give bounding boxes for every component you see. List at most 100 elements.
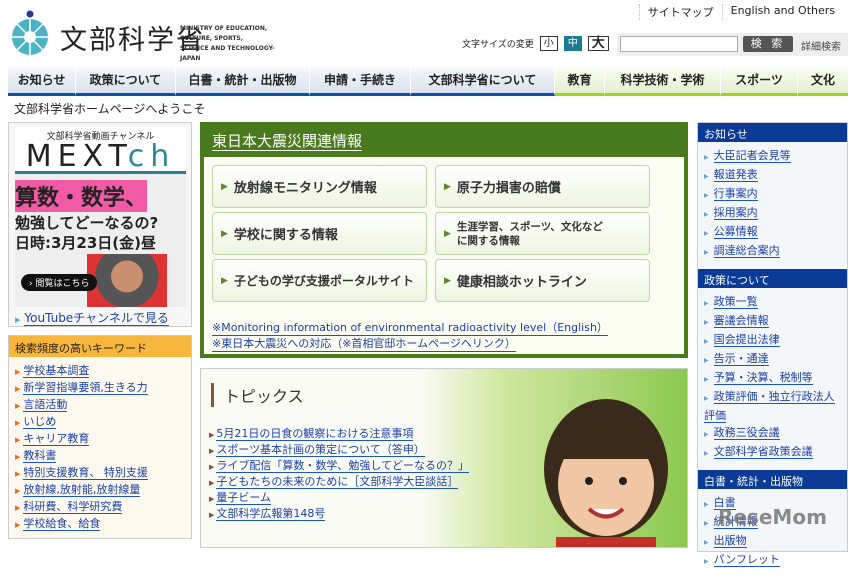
right-link[interactable]: 行事案内 <box>713 187 758 201</box>
right-link[interactable]: 政務三役会議 <box>713 426 780 440</box>
right-link[interactable]: 政策評価・独立行政法人評価 <box>704 390 835 423</box>
nav-science[interactable]: 科学技術・学術 <box>605 67 721 96</box>
font-size-medium[interactable]: 中 <box>563 36 582 51</box>
topic-link[interactable]: 量子ビーム <box>216 491 272 505</box>
welcome-text: 文部科学省ホームページへようこそ <box>14 102 206 116</box>
quake-button-lifelong[interactable]: ▶ 生涯学習、スポーツ、文化などに関する情報 <box>435 212 650 255</box>
right-link[interactable]: 審議会情報 <box>713 314 769 328</box>
right-list-item: ▶ 政策一覧 <box>704 293 841 312</box>
keyword-link[interactable]: 放射線,放射能,放射線量 <box>23 483 141 497</box>
youtube-link[interactable]: YouTubeチャンネルで見る <box>24 311 169 326</box>
keyword-link[interactable]: 教科書 <box>23 449 57 463</box>
advanced-search-link[interactable]: 詳細検索 <box>801 38 841 53</box>
nav-about[interactable]: 文部科学省について <box>411 67 555 96</box>
right-link[interactable]: 予算・決算、税制等 <box>713 371 813 385</box>
top-links: サイトマップ English and Others <box>638 4 843 20</box>
nav-news[interactable]: お知らせ <box>8 67 76 96</box>
sitemap-link[interactable]: サイトマップ <box>638 4 722 20</box>
nav-policy[interactable]: 政策について <box>76 67 176 96</box>
right-link[interactable]: 公募情報 <box>713 225 758 239</box>
right-section-title: お知らせ <box>698 123 847 142</box>
quake-button-hotline[interactable]: ▶ 健康相談ホットライン <box>435 259 650 302</box>
right-link[interactable]: 国会提出法律 <box>713 333 780 347</box>
keyword-item: ▶ キャリア教育 <box>15 430 185 447</box>
right-link[interactable]: 採用案内 <box>713 206 758 220</box>
bullet-icon: ▶ <box>209 447 215 455</box>
banner-image: 算数・数学、 勉強してどーなるの? 日時:3月23日(金)昼 › 閲覧はこちら <box>15 171 186 307</box>
nav-sports[interactable]: スポーツ <box>721 67 798 96</box>
mext-logo[interactable]: 文部科学省 MINISTRY OF EDUCATION, CULTURE, SP… <box>8 8 278 62</box>
right-link[interactable]: 政策一覧 <box>713 295 758 309</box>
right-link[interactable]: パンフレット <box>713 553 780 567</box>
right-list-item: ▶ 採用案内 <box>704 204 841 223</box>
right-list-item: ▶ 大臣記者会見等 <box>704 147 841 166</box>
right-list-item: ▶ 出版物 <box>704 532 841 551</box>
quake-button-radiation[interactable]: ▶ 放射線モニタリング情報 <box>212 165 427 208</box>
video-banner[interactable]: 文部科学省動画チャンネル MEXTch 算数・数学、 勉強してどーなるの? 日時… <box>15 127 186 307</box>
english-link[interactable]: English and Others <box>721 4 843 20</box>
right-list-item: ▶ 文部科学省政策会議 <box>704 443 841 462</box>
keyword-link[interactable]: いじめ <box>23 415 57 429</box>
quake-button-portal[interactable]: ▶ 子どもの学び支援ポータルサイト <box>212 259 427 302</box>
nav-education[interactable]: 教育 <box>555 67 605 96</box>
right-link[interactable]: 調達総合案内 <box>713 244 780 258</box>
right-section-list: ▶ 大臣記者会見等 ▶ 報道発表 ▶ 行事案内 ▶ 採用案内 ▶ 公募情報 ▶ 調達総合案内 <box>698 142 847 269</box>
keyword-link[interactable]: キャリア教育 <box>23 432 90 446</box>
keyword-link[interactable]: 学校基本調査 <box>23 364 90 378</box>
right-link[interactable]: 告示・通達 <box>713 352 769 366</box>
button-label: 健康相談ホットライン <box>456 275 587 290</box>
bullet-icon: ▶ <box>704 249 709 256</box>
bullet-icon: ▶ <box>15 470 21 478</box>
banner-line: 勉強してどーなるの? <box>15 214 159 232</box>
right-column: お知らせ ▶ 大臣記者会見等 ▶ 報道発表 ▶ 行事案内 ▶ 採用案内 ▶ 公募情報 ▶ 調達総合案内政… <box>697 122 848 567</box>
earthquake-title-text: 東日本大震災関連情報 <box>212 132 363 151</box>
bullet-icon: ▶ <box>704 431 709 438</box>
right-link[interactable]: 大臣記者会見等 <box>713 149 791 163</box>
logo-en-line: CULTURE, SPORTS, <box>180 35 244 42</box>
nav-publications[interactable]: 白書・統計・出版物 <box>176 67 310 96</box>
bullet-icon: ▶ <box>15 368 21 376</box>
child-photo <box>544 399 668 547</box>
search-bar: 検 索 詳細検索 <box>617 33 848 56</box>
right-link[interactable]: 出版物 <box>713 534 747 548</box>
topic-link[interactable]: ライブ配信「算数・数学、勉強してどーなるの？」 <box>216 459 470 473</box>
font-size-large[interactable]: 大 <box>587 36 609 51</box>
search-input[interactable] <box>620 36 738 52</box>
topic-item: ▶ スポーツ基本計画の策定について（答申） <box>209 441 469 457</box>
quake-button-compensation[interactable]: ▶ 原子力損害の賠償 <box>435 165 650 208</box>
bullet-icon: ▶ <box>15 316 21 324</box>
earthquake-title[interactable]: 東日本大震災関連情報 <box>204 126 684 157</box>
keyword-link[interactable]: 科研費、科学研究費 <box>23 500 123 514</box>
topics-list: ▶ 5月21日の日食の観察における注意事項 ▶ スポーツ基本計画の策定について（答申）… <box>209 425 470 521</box>
bullet-icon: ▶ <box>704 357 709 364</box>
font-size-small[interactable]: 小 <box>539 36 558 51</box>
radioactivity-english-link[interactable]: ※Monitoring information of environmental… <box>212 319 608 336</box>
topic-link[interactable]: 子どもたちの未来のために［文部科学大臣談話］ <box>216 475 459 489</box>
font-size-control: 文字サイズの変更 小 中 大 <box>462 36 609 51</box>
bullet-icon: ▶ <box>15 521 21 529</box>
keyword-link[interactable]: 学校給食、給食 <box>23 517 101 531</box>
nav-applications[interactable]: 申請・手続き <box>310 67 411 96</box>
keyword-link[interactable]: 言語活動 <box>23 398 68 412</box>
right-list-item: ▶ 予算・決算、税制等 <box>704 369 841 388</box>
topic-link[interactable]: 5月21日の日食の観察における注意事項 <box>216 427 414 441</box>
right-section-title: 政策について <box>698 269 847 288</box>
arrow-icon: ▶ <box>444 275 451 286</box>
button-label: 生涯学習、スポーツ、文化などに関する情報 <box>456 220 603 247</box>
topic-link[interactable]: 文部科学広報第148号 <box>216 507 326 521</box>
bullet-icon: ▶ <box>15 385 21 393</box>
bullet-icon: ▶ <box>704 520 709 527</box>
keyword-link[interactable]: 特別支援教育、 特別支援 <box>23 466 148 480</box>
search-button[interactable]: 検 索 <box>743 36 793 52</box>
keyword-link[interactable]: 新学習指導要領,生きる力 <box>23 381 148 395</box>
view-button[interactable]: › 閲覧はこちら <box>21 274 98 291</box>
right-link[interactable]: 文部科学省政策会議 <box>713 445 813 459</box>
quake-button-schools[interactable]: ▶ 学校に関する情報 <box>212 212 427 255</box>
bullet-icon: ▶ <box>704 501 709 508</box>
topic-link[interactable]: スポーツ基本計画の策定について（答申） <box>216 443 425 457</box>
keywords-box: 検索頻度の高いキーワード ▶ 学校基本調査 ▶ 新学習指導要領,生きる力 ▶ 言語活動 ▶ い… <box>8 335 192 539</box>
nav-culture[interactable]: 文化 <box>798 67 848 96</box>
kantei-link[interactable]: ※東日本大震災への対応（※首相官邸ホームページへリンク） <box>212 335 516 352</box>
right-link[interactable]: 報道発表 <box>713 168 758 182</box>
right-section-list: ▶ 白書 ▶ 統計情報 ▶ 出版物 ▶ パンフレット <box>698 489 847 578</box>
